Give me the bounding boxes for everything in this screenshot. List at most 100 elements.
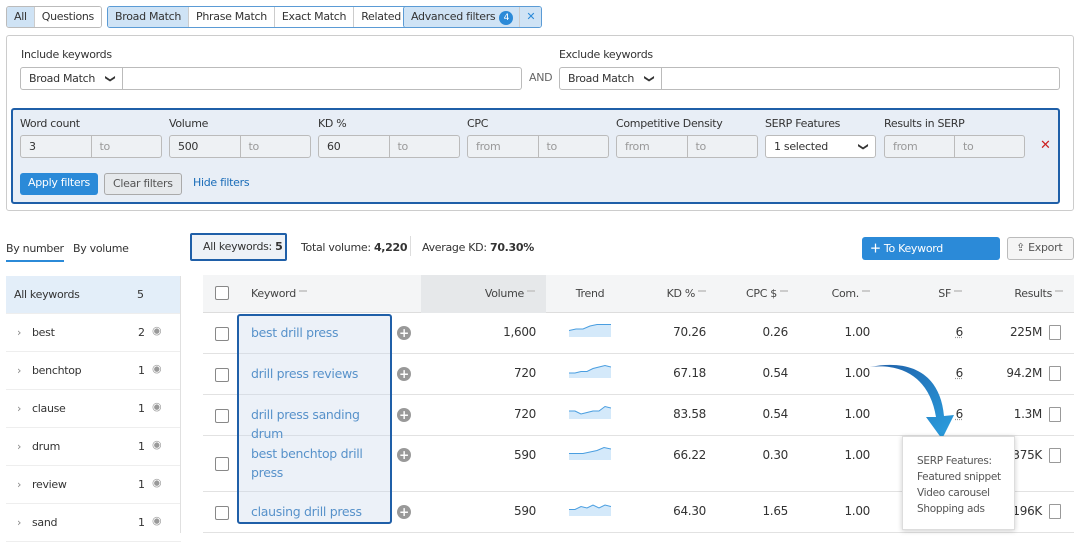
sidebar-group[interactable]: › benchtop 1 ◉ <box>6 352 181 390</box>
advanced-filters-button[interactable]: Advanced filters 4 <box>404 7 521 27</box>
sidebar-group[interactable]: › review 1 ◉ <box>6 466 181 504</box>
add-keyword-icon[interactable]: + <box>397 448 411 462</box>
select-all-checkbox[interactable] <box>215 286 229 300</box>
results-value: 225M <box>1009 325 1042 339</box>
tab-related[interactable]: Related <box>354 7 408 27</box>
filter-from-input[interactable]: from <box>885 136 955 157</box>
serp-document-icon[interactable] <box>1049 407 1061 422</box>
eye-icon[interactable]: ◉ <box>152 362 162 375</box>
sidebar-group-label: best <box>32 326 55 339</box>
row-checkbox[interactable] <box>215 367 229 382</box>
sidebar-group[interactable]: All keywords 5 <box>6 276 181 314</box>
row-checkbox[interactable] <box>215 457 229 471</box>
tooltip-item: Shopping ads <box>917 503 985 515</box>
filter-to-input[interactable]: to <box>955 136 1024 157</box>
eye-icon[interactable]: ◉ <box>152 514 162 527</box>
filter-label: Volume <box>169 117 209 130</box>
export-button[interactable]: ⇪ Export <box>1007 237 1074 260</box>
close-filters-icon[interactable]: ✕ <box>520 7 542 27</box>
exclude-match-value: Broad Match <box>568 72 635 85</box>
eye-icon[interactable]: ◉ <box>152 476 162 489</box>
cpc-value: 0.26 <box>762 325 788 339</box>
tab-all[interactable]: All <box>7 7 35 27</box>
sidebar-group-label: All keywords <box>14 288 80 301</box>
chevron-down-icon: ❯ <box>104 74 116 83</box>
row-checkbox[interactable] <box>215 408 229 423</box>
tab-questions[interactable]: Questions <box>34 7 101 27</box>
filter-from-input[interactable]: 500 <box>170 136 241 157</box>
column-header-sf[interactable]: SF <box>938 276 962 312</box>
serp-features-tooltip: SERP Features: Featured snippet Video ca… <box>902 436 1015 530</box>
include-keywords-input[interactable] <box>122 67 522 90</box>
to-keyword-manager-button[interactable]: ＋ To Keyword Manager <box>862 237 1000 278</box>
total-volume-label: Total volume: <box>301 241 371 254</box>
filter-from-input[interactable]: from <box>617 136 688 157</box>
serp-document-icon[interactable] <box>1049 325 1061 340</box>
remove-filters-icon[interactable]: ✕ <box>1040 138 1051 153</box>
sidebar-group-label: clause <box>32 402 66 415</box>
column-header-com[interactable]: Com. <box>832 276 870 312</box>
column-header-results[interactable]: Results <box>1014 276 1063 312</box>
exclude-match-select[interactable]: Broad Match ❯ <box>559 67 662 90</box>
exclude-keywords-input[interactable] <box>661 67 1060 90</box>
filter-from-input[interactable]: 3 <box>21 136 92 157</box>
column-label: SF <box>938 287 951 300</box>
column-header-kd[interactable]: KD % <box>667 276 706 312</box>
sidebar-group[interactable]: › drum 1 ◉ <box>6 428 181 466</box>
eye-icon[interactable]: ◉ <box>152 438 162 451</box>
tab-exact-match[interactable]: Exact Match <box>274 7 355 27</box>
apply-filters-button[interactable]: Apply filters <box>20 173 98 195</box>
sidebar-group[interactable]: › best 2 ◉ <box>6 314 181 352</box>
column-label: Com. <box>831 287 860 300</box>
tab-broad-match[interactable]: Broad Match <box>108 7 190 27</box>
results-value: 1.3M <box>1013 407 1043 421</box>
filter-from-input[interactable]: 60 <box>319 136 390 157</box>
trend-sparkline <box>569 446 611 460</box>
include-match-select[interactable]: Broad Match ❯ <box>20 67 123 90</box>
serp-features-value: 1 selected <box>774 140 828 153</box>
filter-from-input[interactable]: from <box>468 136 539 157</box>
volume-value: 1,600 <box>503 325 536 339</box>
filter-label: Competitive Density <box>616 117 723 130</box>
clear-filters-button[interactable]: Clear filters <box>104 173 182 195</box>
add-keyword-icon[interactable]: + <box>397 408 411 422</box>
sidebar-group-label: sand <box>32 516 58 529</box>
kd-value: 66.22 <box>673 448 706 462</box>
add-keyword-icon[interactable]: + <box>397 505 411 519</box>
trend-sparkline <box>569 405 611 419</box>
tab-by-volume[interactable]: By volume <box>73 242 129 255</box>
sidebar-group[interactable]: › sand 1 ◉ <box>6 504 181 542</box>
serp-document-icon[interactable] <box>1049 504 1061 519</box>
hide-filters-link[interactable]: Hide filters <box>185 173 257 195</box>
filter-count-badge: 4 <box>499 11 514 25</box>
filter-range: from to <box>884 135 1025 158</box>
column-header-trend[interactable]: Trend <box>570 276 610 312</box>
export-icon: ⇪ <box>1016 241 1025 254</box>
column-header-volume[interactable]: Volume <box>485 276 535 312</box>
eye-icon[interactable]: ◉ <box>152 324 162 337</box>
match-tabs: Broad Match Phrase Match Exact Match Rel… <box>107 6 409 28</box>
tab-by-number[interactable]: By number <box>6 242 64 262</box>
filter-to-input[interactable]: to <box>390 136 460 157</box>
serp-features-count[interactable]: 6 <box>956 325 964 339</box>
serp-features-select[interactable]: 1 selected ❯ <box>765 135 876 158</box>
sidebar-group[interactable]: › clause 1 ◉ <box>6 390 181 428</box>
add-keyword-icon[interactable]: + <box>397 367 411 381</box>
filter-to-input[interactable]: to <box>241 136 311 157</box>
chevron-down-icon: ❯ <box>643 74 655 83</box>
sort-icon <box>1055 290 1063 298</box>
serp-document-icon[interactable] <box>1049 366 1061 381</box>
column-header-keyword[interactable]: Keyword <box>251 276 307 312</box>
filter-to-input[interactable]: to <box>688 136 758 157</box>
filter-to-input[interactable]: to <box>539 136 609 157</box>
filter-to-input[interactable]: to <box>92 136 162 157</box>
total-volume: Total volume: 4,220 <box>301 241 408 254</box>
column-header-cpc[interactable]: CPC $ <box>746 276 788 312</box>
eye-icon[interactable]: ◉ <box>152 400 162 413</box>
filter-label: KD % <box>318 117 347 130</box>
row-checkbox[interactable] <box>215 505 229 520</box>
add-keyword-icon[interactable]: + <box>397 326 411 340</box>
serp-document-icon[interactable] <box>1049 448 1061 463</box>
row-checkbox[interactable] <box>215 326 229 341</box>
tab-phrase-match[interactable]: Phrase Match <box>189 7 275 27</box>
